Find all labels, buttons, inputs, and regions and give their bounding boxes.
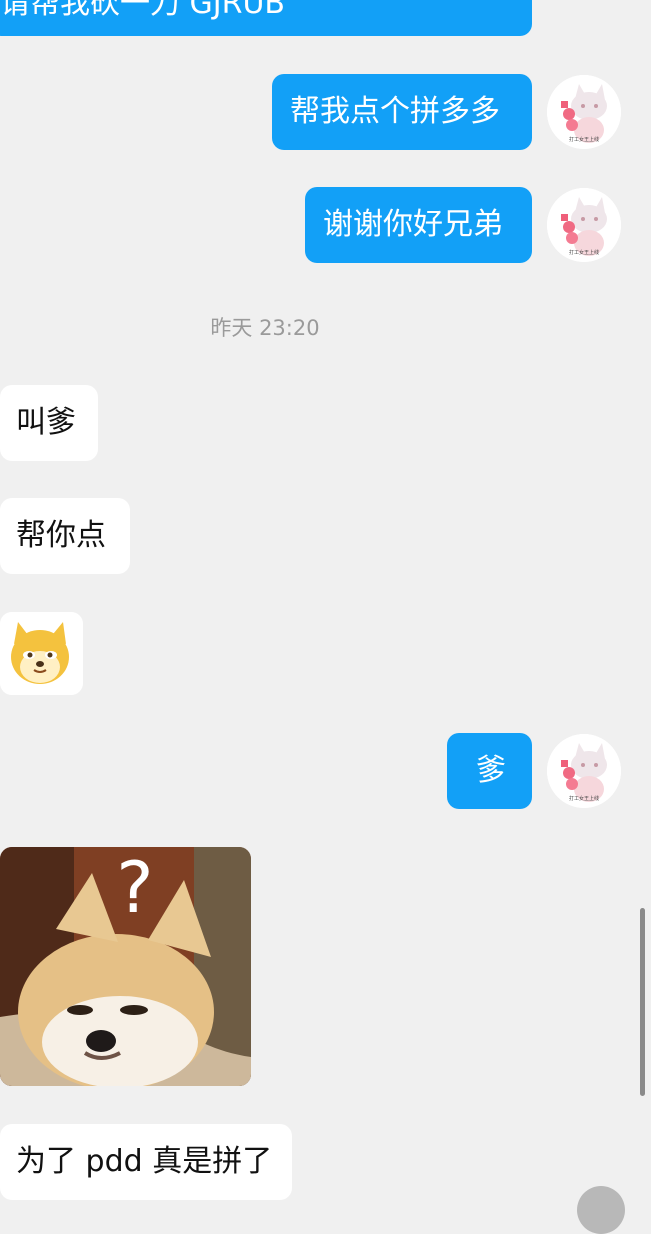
cat-avatar-icon: 打工女王上线 (547, 734, 621, 808)
shiba-emoji-icon (0, 612, 83, 695)
avatar[interactable]: 打工女王上线 (547, 734, 621, 808)
message-bubble-incoming[interactable]: 叫爹 (0, 385, 98, 461)
shiba-face-sticker[interactable] (0, 612, 83, 695)
avatar[interactable]: 打工女王上线 (547, 75, 621, 149)
svg-text:打工女王上线: 打工女王上线 (569, 795, 599, 802)
cat-avatar-icon: 打工女王上线 (547, 188, 621, 262)
message-text: 爹 (476, 753, 506, 788)
message-text: 叫爹 (16, 405, 76, 440)
message-bubble-incoming[interactable]: 为了 pdd 真是拼了 (0, 1124, 292, 1200)
message-text: 请帮我砍一刀 GJRUB (0, 0, 286, 21)
chat-screen: 请帮我砍一刀 GJRUB 帮我点个拼多多 打工女王上线 谢谢你好兄弟 打工女王上… (0, 0, 651, 1234)
message-text: 帮我点个拼多多 (290, 94, 500, 129)
svg-text:?: ? (116, 847, 153, 929)
svg-text:打工女王上线: 打工女王上线 (569, 136, 599, 143)
svg-text:打工女王上线: 打工女王上线 (569, 249, 599, 256)
timestamp: 昨天 23:20 (210, 316, 320, 340)
message-text: 谢谢你好兄弟 (323, 207, 503, 242)
shiba-question-sticker[interactable]: ? (0, 847, 251, 1086)
message-text: 为了 pdd 真是拼了 (16, 1144, 273, 1179)
message-bubble-outgoing[interactable]: 请帮我砍一刀 GJRUB (0, 0, 532, 36)
message-bubble-incoming[interactable]: 帮你点 (0, 498, 130, 574)
message-text: 帮你点 (16, 518, 106, 553)
cat-avatar-icon: 打工女王上线 (547, 75, 621, 149)
message-bubble-outgoing[interactable]: 爹 (447, 733, 532, 809)
scrollbar[interactable] (640, 908, 645, 1096)
scroll-to-bottom-button[interactable] (577, 1186, 625, 1234)
message-bubble-outgoing[interactable]: 帮我点个拼多多 (272, 74, 532, 150)
message-bubble-outgoing[interactable]: 谢谢你好兄弟 (305, 187, 532, 263)
avatar[interactable]: 打工女王上线 (547, 188, 621, 262)
shiba-photo-icon: ? (0, 847, 251, 1086)
